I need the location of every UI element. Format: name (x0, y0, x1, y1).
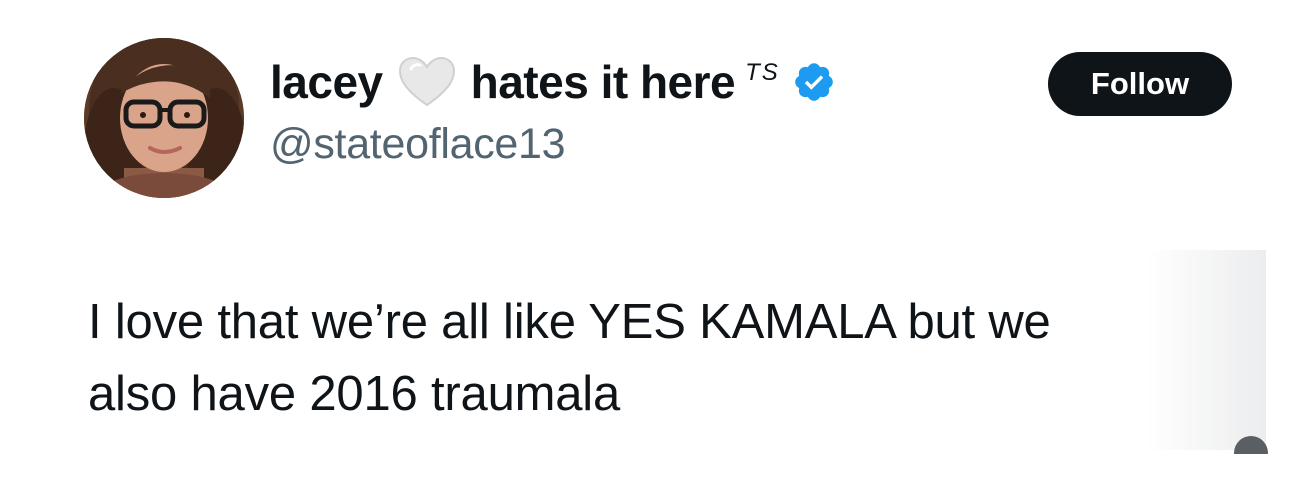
avatar-photo (84, 38, 244, 198)
tweet-text-line: also have 2016 traumala (88, 367, 621, 421)
display-name[interactable]: lacey (270, 55, 383, 109)
tweet-text: I love that we’re all like YES KAMALA bu… (88, 286, 1278, 430)
white-heart-icon (397, 55, 457, 109)
follow-button[interactable]: Follow (1048, 52, 1232, 116)
avatar[interactable] (84, 38, 244, 198)
tweet-card: lacey hates it here TS @stateoflace13 Fo… (0, 0, 1306, 489)
author-handle[interactable]: @stateoflace13 (270, 120, 566, 169)
tweet-text-line: I love that we’re all like YES KAMALA bu… (88, 295, 1051, 349)
author-name-row: lacey hates it here TS (270, 52, 836, 112)
verified-badge-icon[interactable] (792, 60, 836, 104)
ts-tag: TS (745, 59, 780, 86)
display-name-suffix[interactable]: hates it here (471, 55, 736, 109)
